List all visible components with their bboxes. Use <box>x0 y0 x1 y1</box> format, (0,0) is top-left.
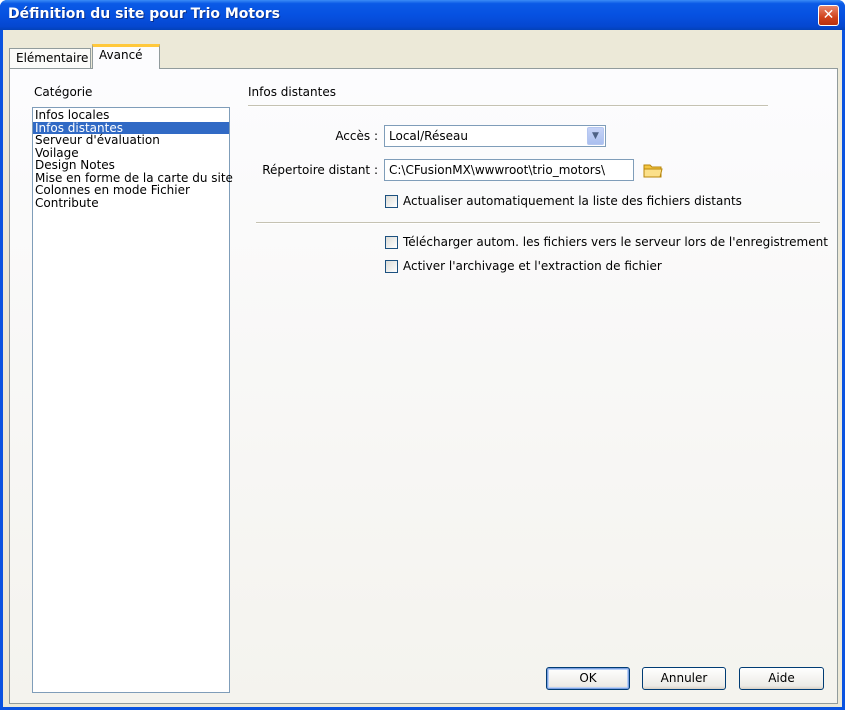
auto-upload-label: Télécharger autom. les fichiers vers le … <box>403 235 828 249</box>
checkin-checkout-checkbox-row[interactable]: Activer l'archivage et l'extraction de f… <box>385 259 662 273</box>
category-item-serveur-evaluation[interactable]: Serveur d'évaluation <box>33 134 229 147</box>
tab-panel: Catégorie Infos locales Infos distantes … <box>9 68 838 704</box>
tab-elementaire[interactable]: Elémentaire <box>9 48 91 68</box>
category-item-infos-locales[interactable]: Infos locales <box>33 109 229 122</box>
auto-upload-checkbox-row[interactable]: Télécharger autom. les fichiers vers le … <box>385 235 828 249</box>
dialog-window: Définition du site pour Trio Motors ✕ El… <box>0 0 845 710</box>
category-list[interactable]: Infos locales Infos distantes Serveur d'… <box>32 107 233 693</box>
access-select-value: Local/Réseau <box>389 129 468 143</box>
close-button[interactable]: ✕ <box>818 5 839 26</box>
remote-dir-input[interactable]: C:\CFusionMX\wwwroot\trio_motors\ <box>384 159 634 181</box>
options-divider <box>256 222 820 224</box>
help-button[interactable]: Aide <box>739 667 824 690</box>
access-select[interactable]: Local/Réseau ▼ <box>384 125 606 147</box>
browse-folder-button[interactable] <box>642 159 664 181</box>
auto-refresh-checkbox-row[interactable]: Actualiser automatiquement la liste des … <box>385 194 742 208</box>
window-title: Définition du site pour Trio Motors <box>8 6 280 22</box>
remote-dir-label: Répertoire distant : <box>262 163 378 177</box>
tab-avance[interactable]: Avancé <box>92 44 160 69</box>
folder-icon <box>643 164 663 178</box>
category-item-design-notes[interactable]: Design Notes <box>33 159 229 172</box>
category-item-contribute[interactable]: Contribute <box>33 196 229 210</box>
cancel-button[interactable]: Annuler <box>642 667 726 690</box>
close-icon: ✕ <box>822 7 835 23</box>
auto-refresh-label: Actualiser automatiquement la liste des … <box>403 194 742 208</box>
auto-upload-checkbox[interactable] <box>385 235 398 249</box>
chevron-down-icon[interactable]: ▼ <box>587 127 604 145</box>
checkin-checkout-checkbox[interactable] <box>385 259 398 273</box>
category-label: Catégorie <box>34 85 93 99</box>
title-bar[interactable]: Définition du site pour Trio Motors ✕ <box>0 0 845 30</box>
section-divider <box>248 105 768 107</box>
section-title: Infos distantes <box>248 85 336 99</box>
category-item-colonnes-fichier[interactable]: Colonnes en mode Fichier <box>33 184 229 197</box>
checkin-checkout-label: Activer l'archivage et l'extraction de f… <box>403 259 662 273</box>
dialog-client: Elémentaire Avancé Catégorie Infos local… <box>3 30 842 707</box>
ok-button[interactable]: OK <box>546 667 630 690</box>
access-label: Accès : <box>335 129 378 143</box>
auto-refresh-checkbox[interactable] <box>385 194 398 208</box>
